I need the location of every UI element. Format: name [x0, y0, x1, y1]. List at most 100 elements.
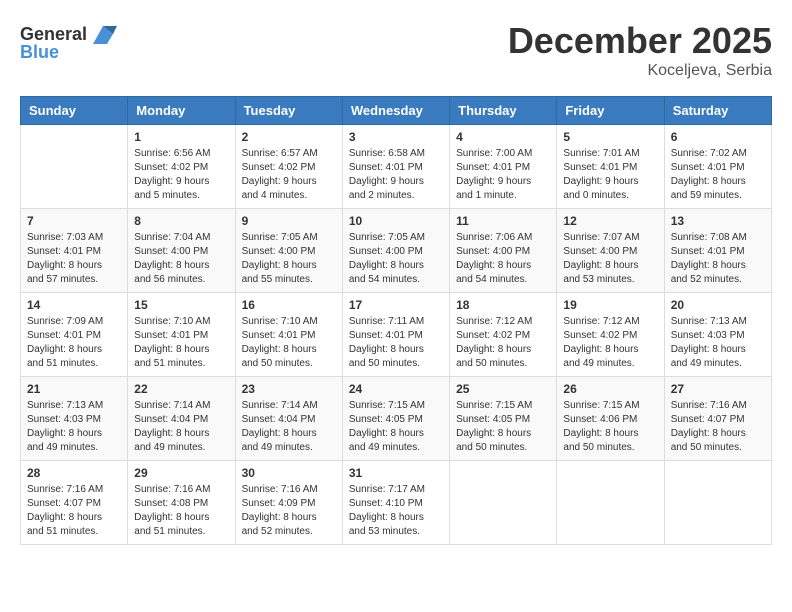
day-number: 20	[671, 298, 765, 312]
day-info: Sunrise: 7:16 AMSunset: 4:07 PMDaylight:…	[671, 399, 765, 455]
day-info: Sunrise: 7:09 AMSunset: 4:01 PMDaylight:…	[27, 315, 121, 371]
day-info: Sunrise: 7:05 AMSunset: 4:00 PMDaylight:…	[349, 231, 443, 287]
calendar-cell: 9 Sunrise: 7:05 AMSunset: 4:00 PMDaylight…	[235, 209, 342, 293]
day-number: 15	[134, 298, 228, 312]
day-info: Sunrise: 7:01 AMSunset: 4:01 PMDaylight:…	[563, 147, 657, 203]
day-info: Sunrise: 7:13 AMSunset: 4:03 PMDaylight:…	[27, 399, 121, 455]
weekday-header: Sunday	[21, 97, 128, 125]
calendar-cell: 7 Sunrise: 7:03 AMSunset: 4:01 PMDaylight…	[21, 209, 128, 293]
day-number: 24	[349, 382, 443, 396]
calendar-cell: 5 Sunrise: 7:01 AMSunset: 4:01 PMDaylight…	[557, 125, 664, 209]
calendar-week-row: 7 Sunrise: 7:03 AMSunset: 4:01 PMDaylight…	[21, 209, 772, 293]
day-info: Sunrise: 7:15 AMSunset: 4:05 PMDaylight:…	[349, 399, 443, 455]
calendar-week-row: 21 Sunrise: 7:13 AMSunset: 4:03 PMDayligh…	[21, 377, 772, 461]
location: Koceljeva, Serbia	[508, 62, 772, 80]
day-info: Sunrise: 7:08 AMSunset: 4:01 PMDaylight:…	[671, 231, 765, 287]
day-number: 26	[563, 382, 657, 396]
calendar-cell: 17Sunrise: 7:11 AMSunset: 4:01 PMDayligh…	[342, 293, 449, 377]
weekday-header: Saturday	[664, 97, 771, 125]
weekday-header: Monday	[128, 97, 235, 125]
day-number: 2	[242, 130, 336, 144]
calendar-cell: 27 Sunrise: 7:16 AMSunset: 4:07 PMDayligh…	[664, 377, 771, 461]
weekday-header: Friday	[557, 97, 664, 125]
day-info: Sunrise: 7:10 AMSunset: 4:01 PMDaylight:…	[242, 315, 336, 371]
calendar-cell: 30Sunrise: 7:16 AMSunset: 4:09 PMDayligh…	[235, 461, 342, 545]
day-number: 22	[134, 382, 228, 396]
day-number: 29	[134, 466, 228, 480]
calendar-cell: 16 Sunrise: 7:10 AMSunset: 4:01 PMDayligh…	[235, 293, 342, 377]
day-number: 13	[671, 214, 765, 228]
day-number: 18	[456, 298, 550, 312]
day-number: 16	[242, 298, 336, 312]
calendar-cell: 23Sunrise: 7:14 AMSunset: 4:04 PMDayligh…	[235, 377, 342, 461]
calendar-cell: 24 Sunrise: 7:15 AMSunset: 4:05 PMDayligh…	[342, 377, 449, 461]
day-number: 7	[27, 214, 121, 228]
day-info: Sunrise: 7:03 AMSunset: 4:01 PMDaylight:…	[27, 231, 121, 287]
day-number: 30	[242, 466, 336, 480]
day-number: 19	[563, 298, 657, 312]
logo-icon	[89, 20, 117, 48]
day-number: 17	[349, 298, 443, 312]
day-info: Sunrise: 7:15 AMSunset: 4:06 PMDaylight:…	[563, 399, 657, 455]
day-number: 28	[27, 466, 121, 480]
day-number: 25	[456, 382, 550, 396]
day-number: 6	[671, 130, 765, 144]
day-info: Sunrise: 7:17 AMSunset: 4:10 PMDaylight:…	[349, 483, 443, 539]
calendar-cell: 20Sunrise: 7:13 AMSunset: 4:03 PMDayligh…	[664, 293, 771, 377]
calendar-cell: 8Sunrise: 7:04 AMSunset: 4:00 PMDaylight…	[128, 209, 235, 293]
calendar-week-row: 1 Sunrise: 6:56 AMSunset: 4:02 PMDaylight…	[21, 125, 772, 209]
day-info: Sunrise: 7:12 AMSunset: 4:02 PMDaylight:…	[456, 315, 550, 371]
day-number: 5	[563, 130, 657, 144]
calendar-cell: 26 Sunrise: 7:15 AMSunset: 4:06 PMDayligh…	[557, 377, 664, 461]
calendar-cell: 11Sunrise: 7:06 AMSunset: 4:00 PMDayligh…	[450, 209, 557, 293]
calendar-week-row: 14 Sunrise: 7:09 AMSunset: 4:01 PMDayligh…	[21, 293, 772, 377]
calendar-cell: 14 Sunrise: 7:09 AMSunset: 4:01 PMDayligh…	[21, 293, 128, 377]
calendar-cell: 29 Sunrise: 7:16 AMSunset: 4:08 PMDayligh…	[128, 461, 235, 545]
calendar-cell	[557, 461, 664, 545]
calendar-cell	[450, 461, 557, 545]
day-number: 31	[349, 466, 443, 480]
day-info: Sunrise: 7:05 AMSunset: 4:00 PMDaylight:…	[242, 231, 336, 287]
day-info: Sunrise: 6:57 AMSunset: 4:02 PMDaylight:…	[242, 147, 336, 203]
day-info: Sunrise: 7:02 AMSunset: 4:01 PMDaylight:…	[671, 147, 765, 203]
day-number: 9	[242, 214, 336, 228]
day-number: 3	[349, 130, 443, 144]
day-info: Sunrise: 6:56 AMSunset: 4:02 PMDaylight:…	[134, 147, 228, 203]
day-info: Sunrise: 7:06 AMSunset: 4:00 PMDaylight:…	[456, 231, 550, 287]
month-title: December 2025	[508, 20, 772, 62]
day-info: Sunrise: 7:07 AMSunset: 4:00 PMDaylight:…	[563, 231, 657, 287]
day-number: 23	[242, 382, 336, 396]
day-number: 14	[27, 298, 121, 312]
day-number: 8	[134, 214, 228, 228]
page-header: General Blue December 2025 Koceljeva, Se…	[20, 20, 772, 80]
weekday-header: Wednesday	[342, 97, 449, 125]
calendar-cell: 22 Sunrise: 7:14 AMSunset: 4:04 PMDayligh…	[128, 377, 235, 461]
logo-blue: Blue	[20, 42, 59, 63]
day-info: Sunrise: 7:16 AMSunset: 4:07 PMDaylight:…	[27, 483, 121, 539]
day-info: Sunrise: 7:00 AMSunset: 4:01 PMDaylight:…	[456, 147, 550, 203]
day-info: Sunrise: 7:16 AMSunset: 4:08 PMDaylight:…	[134, 483, 228, 539]
day-info: Sunrise: 7:15 AMSunset: 4:05 PMDaylight:…	[456, 399, 550, 455]
calendar-cell: 21 Sunrise: 7:13 AMSunset: 4:03 PMDayligh…	[21, 377, 128, 461]
calendar-cell: 15Sunrise: 7:10 AMSunset: 4:01 PMDayligh…	[128, 293, 235, 377]
calendar-cell: 10Sunrise: 7:05 AMSunset: 4:00 PMDayligh…	[342, 209, 449, 293]
calendar-header-row: SundayMondayTuesdayWednesdayThursdayFrid…	[21, 97, 772, 125]
day-number: 1	[134, 130, 228, 144]
day-number: 12	[563, 214, 657, 228]
calendar-cell	[664, 461, 771, 545]
calendar-cell: 13 Sunrise: 7:08 AMSunset: 4:01 PMDayligh…	[664, 209, 771, 293]
weekday-header: Tuesday	[235, 97, 342, 125]
day-number: 21	[27, 382, 121, 396]
day-number: 27	[671, 382, 765, 396]
day-number: 4	[456, 130, 550, 144]
day-info: Sunrise: 7:14 AMSunset: 4:04 PMDaylight:…	[134, 399, 228, 455]
calendar-cell: 4 Sunrise: 7:00 AMSunset: 4:01 PMDaylight…	[450, 125, 557, 209]
calendar-cell: 6 Sunrise: 7:02 AMSunset: 4:01 PMDaylight…	[664, 125, 771, 209]
day-info: Sunrise: 7:12 AMSunset: 4:02 PMDaylight:…	[563, 315, 657, 371]
calendar-cell: 18 Sunrise: 7:12 AMSunset: 4:02 PMDayligh…	[450, 293, 557, 377]
calendar-cell: 25 Sunrise: 7:15 AMSunset: 4:05 PMDayligh…	[450, 377, 557, 461]
calendar-cell: 1 Sunrise: 6:56 AMSunset: 4:02 PMDaylight…	[128, 125, 235, 209]
calendar-cell: 19 Sunrise: 7:12 AMSunset: 4:02 PMDayligh…	[557, 293, 664, 377]
calendar: SundayMondayTuesdayWednesdayThursdayFrid…	[20, 96, 772, 545]
calendar-cell: 3Sunrise: 6:58 AMSunset: 4:01 PMDaylight…	[342, 125, 449, 209]
